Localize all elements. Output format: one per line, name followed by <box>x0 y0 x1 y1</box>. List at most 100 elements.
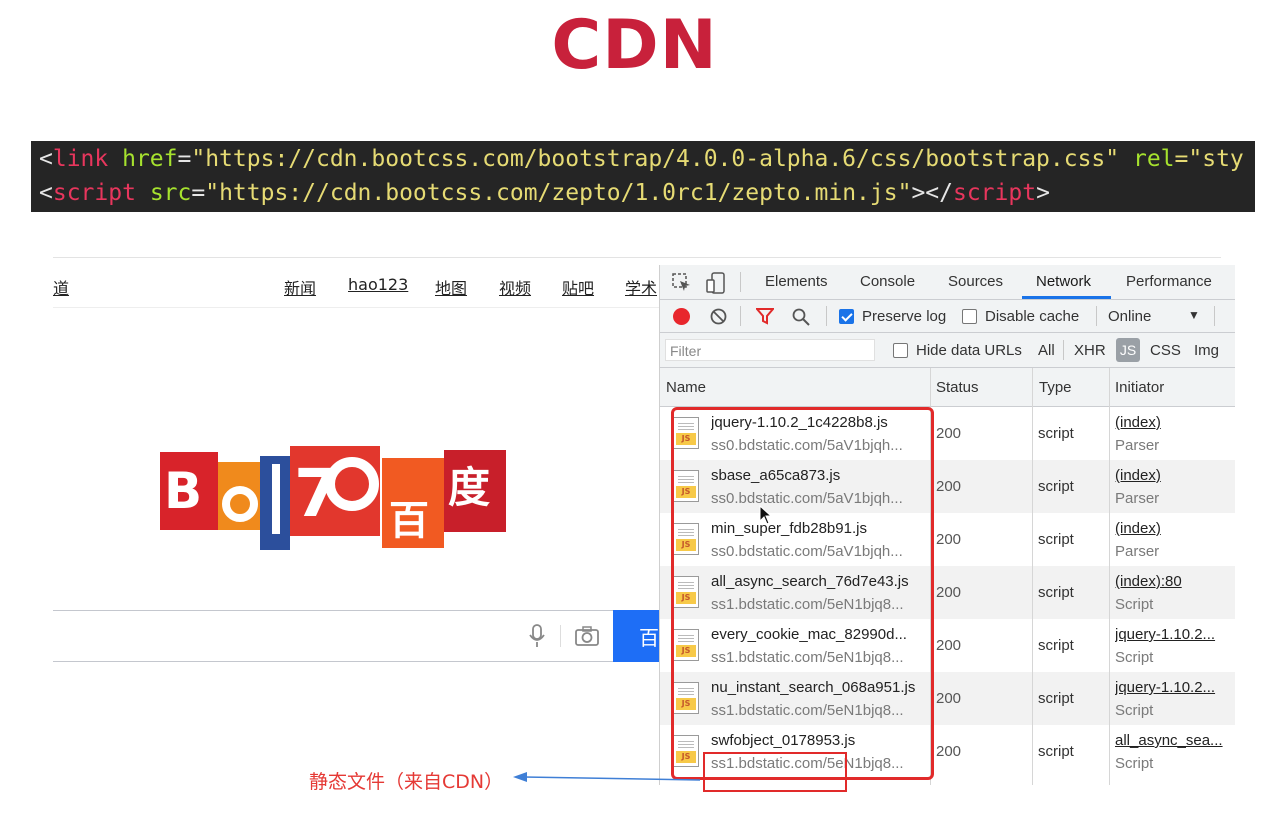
column-divider <box>1032 368 1033 785</box>
code-snippet: <link href="https://cdn.bootcss.com/boot… <box>31 141 1255 212</box>
code-token: = <box>191 180 206 206</box>
preserve-log-checkbox[interactable] <box>839 309 854 324</box>
request-initiator-type: Script <box>1115 755 1154 772</box>
code-attr: rel <box>1132 146 1175 172</box>
filter-bar: Filter Hide data URLs All XHR JS CSS Img <box>660 333 1235 368</box>
nav-link-map[interactable]: 地图 <box>435 275 467 299</box>
request-type: script <box>1038 478 1074 495</box>
baidu-70-logo: B 7 百 度 <box>160 446 506 550</box>
request-type: script <box>1038 531 1074 548</box>
devtools-tabbar: Elements Console Sources Network Perform… <box>660 265 1235 300</box>
toolbar-separator <box>1214 306 1215 326</box>
type-filter-img[interactable]: Img <box>1194 342 1219 359</box>
svg-text:百: 百 <box>389 498 429 544</box>
code-token: < <box>39 180 53 206</box>
request-status: 200 <box>936 637 962 654</box>
disable-cache-checkbox[interactable] <box>962 309 977 324</box>
request-initiator-link[interactable]: all_async_sea... <box>1115 732 1230 749</box>
toolbar-separator <box>740 272 741 292</box>
hide-data-urls-checkbox[interactable] <box>893 343 908 358</box>
code-line-1: <link href="https://cdn.bootcss.com/boot… <box>31 142 1255 176</box>
nav-link-hao123[interactable]: hao123 <box>348 275 408 294</box>
throttling-select[interactable]: Online <box>1108 308 1151 325</box>
nav-divider <box>53 307 659 308</box>
request-type: script <box>1038 584 1074 601</box>
tab-network[interactable]: Network <box>1036 273 1091 290</box>
request-initiator-link[interactable]: jquery-1.10.2... <box>1115 626 1230 643</box>
camera-icon[interactable] <box>575 626 599 646</box>
type-filter-js[interactable]: JS <box>1116 338 1140 362</box>
request-initiator-type: Script <box>1115 649 1154 666</box>
request-initiator-type: Parser <box>1115 437 1160 454</box>
request-type: script <box>1038 690 1074 707</box>
search-icon[interactable] <box>792 308 810 326</box>
request-type: script <box>1038 743 1074 760</box>
tab-console[interactable]: Console <box>860 273 915 290</box>
request-initiator-link[interactable]: (index) <box>1115 467 1230 484</box>
nav-link-video[interactable]: 视频 <box>499 275 531 299</box>
column-divider <box>1109 368 1110 785</box>
request-status: 200 <box>936 425 962 442</box>
toolbar-separator <box>826 306 827 326</box>
request-status: 200 <box>936 584 962 601</box>
code-tag: script <box>952 180 1037 206</box>
code-string: ="sty <box>1174 146 1244 172</box>
nav-link-news[interactable]: 新闻 <box>284 275 316 299</box>
record-icon[interactable] <box>673 308 690 325</box>
code-attr: src <box>149 180 192 206</box>
request-type: script <box>1038 425 1074 442</box>
nav-link-tieba[interactable]: 贴吧 <box>562 275 594 299</box>
filter-input[interactable]: Filter <box>665 339 875 361</box>
request-initiator-link[interactable]: jquery-1.10.2... <box>1115 679 1230 696</box>
slide-title: CDN <box>551 6 718 85</box>
tab-elements[interactable]: Elements <box>765 273 828 290</box>
code-tag: script <box>52 180 136 206</box>
request-status: 200 <box>936 690 962 707</box>
search-divider <box>560 625 561 647</box>
nav-link-dao[interactable]: 道 <box>53 275 69 299</box>
microphone-icon[interactable] <box>528 624 546 648</box>
search-input[interactable] <box>53 610 613 662</box>
request-initiator-link[interactable]: (index) <box>1115 414 1230 431</box>
request-initiator-link[interactable]: (index):80 <box>1115 573 1230 590</box>
highlight-domain-box <box>703 752 847 792</box>
column-status[interactable]: Status <box>936 379 979 396</box>
column-type[interactable]: Type <box>1039 379 1072 396</box>
tab-sources[interactable]: Sources <box>948 273 1003 290</box>
device-toolbar-icon[interactable] <box>706 272 726 294</box>
code-attr: href <box>122 146 178 172</box>
highlight-name-column-box <box>671 407 934 780</box>
hide-data-urls-label: Hide data URLs <box>916 342 1022 359</box>
request-status: 200 <box>936 531 962 548</box>
type-filter-xhr[interactable]: XHR <box>1074 342 1106 359</box>
tab-performance[interactable]: Performance <box>1126 273 1212 290</box>
filter-icon[interactable] <box>756 308 774 325</box>
type-filter-css[interactable]: CSS <box>1150 342 1181 359</box>
request-initiator-type: Script <box>1115 702 1154 719</box>
code-string: "https://cdn.bootcss.com/bootstrap/4.0.0… <box>191 146 1120 172</box>
baidu-page: 道 新闻 hao123 地图 视频 贴吧 学术 B 7 百 度 百 <box>53 265 659 785</box>
type-filter-all[interactable]: All <box>1038 342 1055 359</box>
column-initiator[interactable]: Initiator <box>1115 379 1164 396</box>
column-name[interactable]: Name <box>666 379 706 396</box>
code-token: = <box>177 146 192 172</box>
search-button[interactable]: 百 <box>613 610 659 662</box>
toolbar-separator <box>1096 306 1097 326</box>
request-type: script <box>1038 637 1074 654</box>
code-string: "https://cdn.bootcss.com/zepto/1.0rc1/ze… <box>205 180 912 206</box>
code-token: > <box>1036 180 1050 206</box>
nav-link-xueshu[interactable]: 学术 <box>625 275 657 299</box>
request-initiator-type: Script <box>1115 596 1154 613</box>
network-toolbar: Preserve log Disable cache Online ▼ <box>660 300 1235 333</box>
svg-text:度: 度 <box>448 463 490 512</box>
request-initiator-link[interactable]: (index) <box>1115 520 1230 537</box>
inspect-element-icon[interactable] <box>672 273 692 293</box>
chevron-down-icon[interactable]: ▼ <box>1188 308 1200 322</box>
annotation-label: 静态文件（来自CDN） <box>309 771 504 793</box>
clear-icon[interactable] <box>710 308 727 325</box>
browser-divider <box>53 257 1221 258</box>
request-table-header: Name Status Type Initiator <box>660 368 1235 407</box>
request-initiator-type: Parser <box>1115 490 1160 507</box>
toolbar-separator <box>1063 340 1064 360</box>
toolbar-separator <box>740 306 741 326</box>
